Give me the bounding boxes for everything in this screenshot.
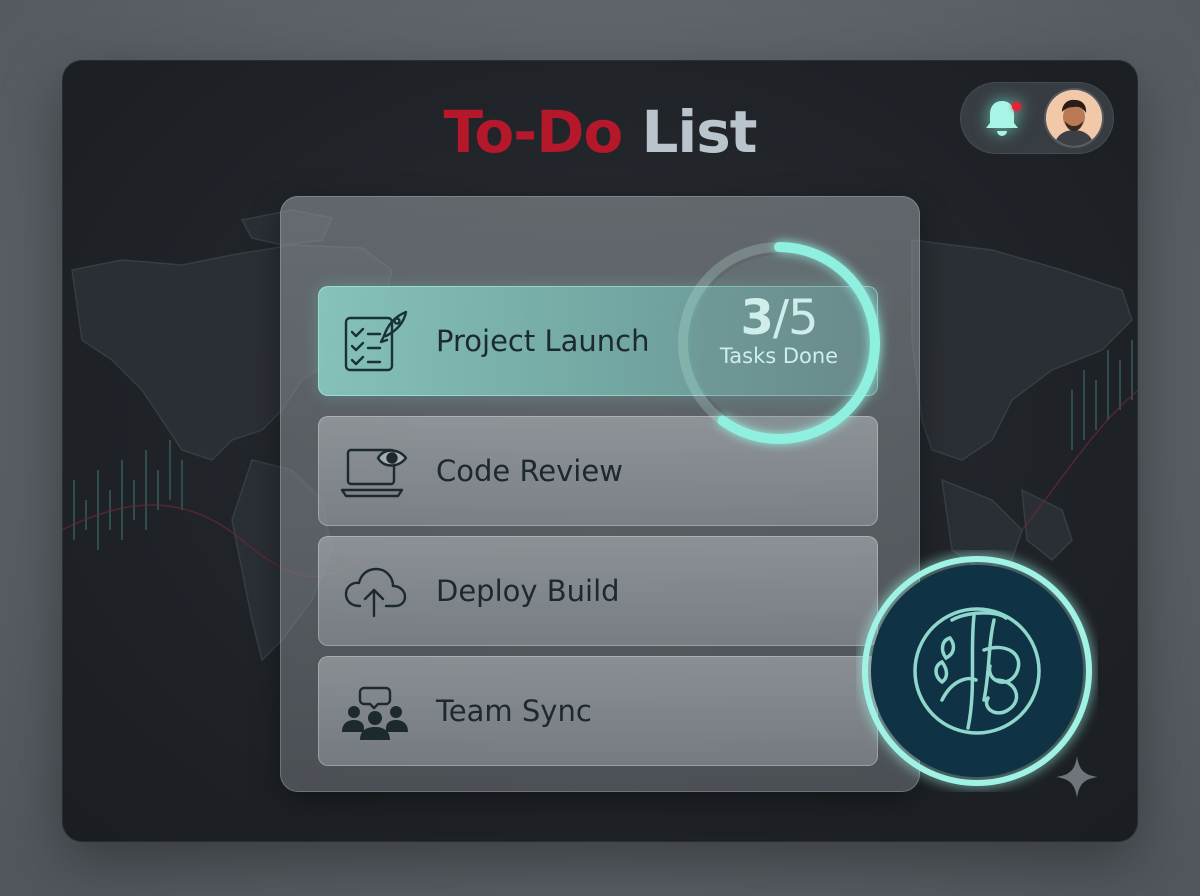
task-item-team-sync[interactable]: Team Sync — [318, 656, 878, 766]
avatar[interactable] — [1046, 90, 1102, 146]
progress-completed: 3 — [740, 290, 773, 346]
progress-text: 3/5 Tasks Done — [668, 290, 890, 368]
notifications-button[interactable] — [974, 90, 1030, 146]
progress-label: Tasks Done — [719, 344, 839, 368]
checklist-rocket-icon — [344, 310, 408, 372]
task-label: Code Review — [436, 454, 623, 488]
task-item-deploy-build[interactable]: Deploy Build — [318, 536, 878, 646]
page-title-accent: To-Do — [443, 98, 623, 166]
progress-separator: / — [772, 290, 789, 346]
notification-dot — [1012, 102, 1021, 111]
laptop-eye-icon — [340, 448, 408, 498]
task-label: Deploy Build — [436, 574, 620, 608]
tasks-progress-ring: 3/5 Tasks Done — [668, 232, 890, 454]
task-label: Team Sync — [436, 694, 592, 728]
header-actions — [960, 82, 1114, 154]
app-window: To-Do List Project Launch Code Review De… — [62, 60, 1138, 842]
task-label: Project Launch — [436, 324, 650, 358]
team-icon — [342, 686, 408, 740]
sparkle-icon — [1056, 756, 1098, 798]
progress-count: 3/5 — [668, 290, 890, 346]
cloud-upload-icon — [344, 567, 407, 618]
page-title-secondary: List — [641, 98, 757, 166]
progress-total: 5 — [788, 290, 819, 346]
user-photo — [1046, 90, 1102, 146]
